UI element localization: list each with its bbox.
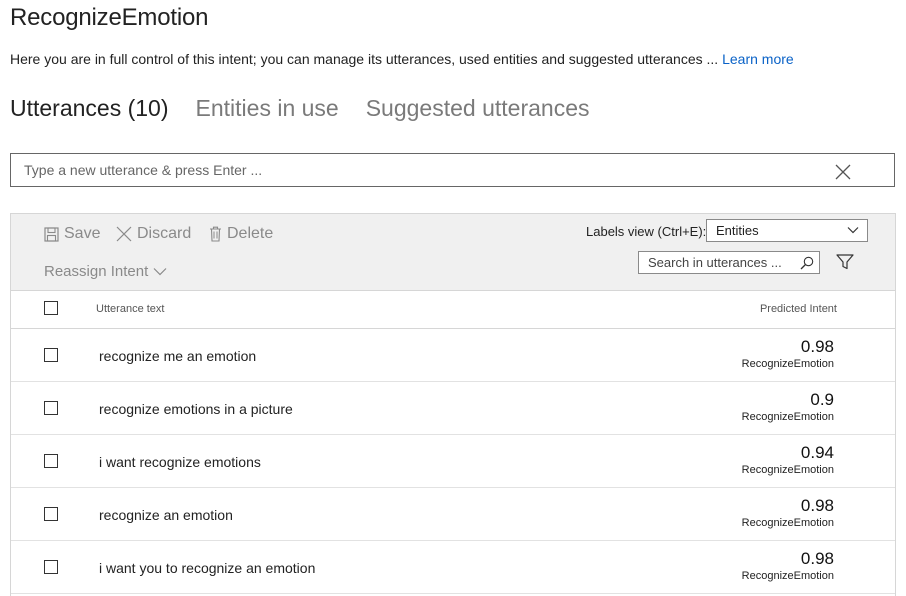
search-box — [638, 251, 820, 274]
labels-view-value: Entities — [716, 223, 759, 238]
tab-utterances[interactable]: Utterances (10) — [10, 95, 169, 122]
row-checkbox[interactable] — [44, 401, 58, 415]
prediction-score: 0.98 — [800, 337, 834, 356]
toolbar: Save Discard Delete Reassign Intent Labe… — [11, 214, 895, 291]
close-icon[interactable] — [834, 163, 852, 181]
labels-view-label: Labels view (Ctrl+E): — [586, 224, 707, 239]
row-checkbox[interactable] — [44, 454, 58, 468]
utterances-panel: Save Discard Delete Reassign Intent Labe… — [10, 213, 896, 596]
utterance-input-box — [10, 153, 895, 187]
delete-button[interactable]: Delete — [209, 225, 273, 243]
utterance-input[interactable] — [11, 154, 844, 186]
predicted-intent-name: RecognizeEmotion — [741, 464, 834, 476]
predicted-intent-name: RecognizeEmotion — [741, 570, 834, 582]
prediction-score: 0.9 — [810, 390, 834, 409]
utterance-text[interactable]: i want you to recognize an emotion — [99, 560, 315, 576]
tab-bar: Utterances (10) Entities in use Suggeste… — [10, 95, 590, 122]
utterance-text[interactable]: recognize an emotion — [99, 507, 233, 523]
table-row[interactable]: i want recognize emotions 0.94 Recognize… — [11, 435, 895, 488]
prediction-score: 0.98 — [800, 549, 834, 568]
filter-icon[interactable] — [836, 254, 854, 270]
tab-entities-in-use[interactable]: Entities in use — [196, 95, 339, 122]
table-header: Utterance text Predicted Intent — [11, 291, 895, 329]
reassign-intent-label: Reassign Intent — [44, 263, 149, 280]
search-input[interactable] — [639, 252, 798, 273]
prediction-score: 0.94 — [800, 443, 834, 462]
save-button[interactable]: Save — [44, 225, 100, 243]
learn-more-link[interactable]: Learn more — [722, 51, 794, 67]
table-row[interactable]: i want you to recognize an emotion 0.98 … — [11, 541, 895, 594]
row-checkbox[interactable] — [44, 560, 58, 574]
chevron-down-icon — [847, 227, 859, 234]
page-description: Here you are in full control of this int… — [10, 51, 794, 67]
select-all-checkbox[interactable] — [44, 301, 58, 315]
table-row[interactable]: recognize an emotion 0.98 RecognizeEmoti… — [11, 488, 895, 541]
prediction-score: 0.98 — [800, 496, 834, 515]
chevron-down-icon — [153, 268, 167, 276]
predicted-intent-name: RecognizeEmotion — [741, 517, 834, 529]
predicted-intent-name: RecognizeEmotion — [741, 358, 834, 370]
trash-icon — [210, 226, 221, 242]
search-icon[interactable] — [800, 256, 814, 270]
utterance-text[interactable]: recognize emotions in a picture — [99, 401, 293, 417]
utterance-text[interactable]: i want recognize emotions — [99, 454, 261, 470]
predicted-intent-name: RecognizeEmotion — [741, 411, 834, 423]
save-label: Save — [64, 225, 101, 242]
discard-button[interactable]: Discard — [116, 225, 191, 243]
row-checkbox[interactable] — [44, 348, 58, 362]
discard-label: Discard — [137, 225, 192, 242]
table-row[interactable]: recognize emotions in a picture 0.9 Reco… — [11, 382, 895, 435]
labels-view-select[interactable]: Entities — [706, 219, 868, 242]
utterance-text[interactable]: recognize me an emotion — [99, 348, 256, 364]
save-icon — [44, 226, 59, 242]
row-checkbox[interactable] — [44, 507, 58, 521]
tab-suggested-utterances[interactable]: Suggested utterances — [366, 95, 590, 122]
description-text: Here you are in full control of this int… — [10, 51, 723, 67]
table-row[interactable]: recognize me an emotion 0.98 RecognizeEm… — [11, 329, 895, 382]
delete-label: Delete — [227, 225, 274, 242]
close-icon — [116, 226, 132, 242]
reassign-intent-button[interactable]: Reassign Intent — [44, 263, 167, 280]
page-title: RecognizeEmotion — [10, 4, 209, 31]
column-header-predicted-intent[interactable]: Predicted Intent — [760, 303, 837, 315]
column-header-utterance-text[interactable]: Utterance text — [96, 303, 164, 315]
